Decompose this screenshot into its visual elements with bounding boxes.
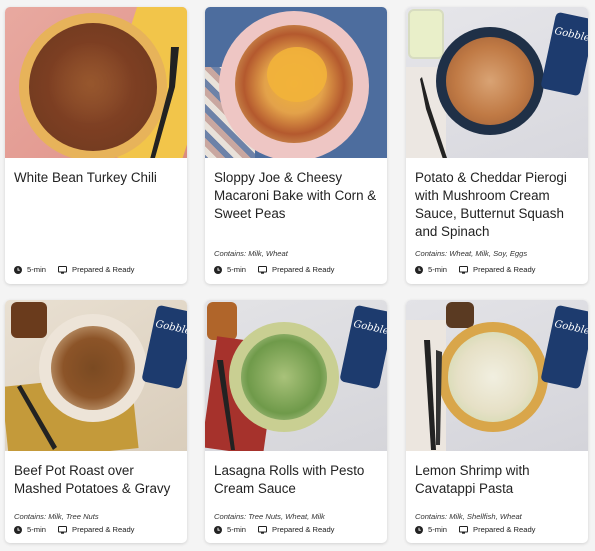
meal-card[interactable]: Gobble Lemon Shrimp with Cavatappi Pasta… <box>406 300 588 543</box>
meal-meta: 5-min Prepared & Ready <box>14 525 134 534</box>
allergen-info: Contains: Milk, Wheat <box>214 249 288 258</box>
meal-title[interactable]: Sloppy Joe & Cheesy Macaroni Bake with C… <box>214 169 379 223</box>
meal-card[interactable]: Gobble Lasagna Rolls with Pesto Cream Sa… <box>205 300 387 543</box>
time-label: 5-min <box>27 265 46 274</box>
meal-photo <box>205 7 387 158</box>
meal-meta: 5-min Prepared & Ready <box>214 265 334 274</box>
meal-photo: Gobble <box>406 300 588 451</box>
allergen-info: Contains: Wheat, Milk, Soy, Eggs <box>415 249 528 258</box>
screen-icon <box>258 265 267 274</box>
allergen-info: Contains: Milk, Tree Nuts <box>14 512 99 521</box>
prepared-label: Prepared & Ready <box>72 525 135 534</box>
meal-card[interactable]: Sloppy Joe & Cheesy Macaroni Bake with C… <box>205 7 387 284</box>
meal-title[interactable]: White Bean Turkey Chili <box>14 169 179 187</box>
allergen-info: Contains: Milk, Shellfish, Wheat <box>415 512 522 521</box>
gobble-box: Gobble <box>141 304 187 390</box>
time-label: 5-min <box>227 265 246 274</box>
time-label: 5-min <box>428 265 447 274</box>
prepared-label: Prepared & Ready <box>72 265 135 274</box>
meal-title[interactable]: Beef Pot Roast over Mashed Potatoes & Gr… <box>14 462 179 498</box>
meal-title[interactable]: Lasagna Rolls with Pesto Cream Sauce <box>214 462 379 498</box>
prepared-label: Prepared & Ready <box>473 265 536 274</box>
brand-logo: Gobble <box>553 25 588 45</box>
prepared-label: Prepared & Ready <box>272 525 335 534</box>
meal-title[interactable]: Potato & Cheddar Pierogi with Mushroom C… <box>415 169 580 241</box>
screen-icon <box>258 525 267 534</box>
time-label: 5-min <box>27 525 46 534</box>
screen-icon <box>58 525 67 534</box>
meal-meta: 5-min Prepared & Ready <box>214 525 334 534</box>
prepared-label: Prepared & Ready <box>473 525 536 534</box>
brand-logo: Gobble <box>154 318 187 338</box>
clock-icon <box>415 525 423 534</box>
clock-icon <box>14 525 22 534</box>
clock-icon <box>415 265 423 274</box>
brand-logo: Gobble <box>553 318 588 338</box>
time-label: 5-min <box>428 525 447 534</box>
time-label: 5-min <box>227 525 246 534</box>
meal-meta: 5-min Prepared & Ready <box>415 265 535 274</box>
meal-photo: Gobble <box>406 7 588 158</box>
allergen-info: Contains: Tree Nuts, Wheat, Milk <box>214 512 325 521</box>
gobble-box: Gobble <box>339 304 387 390</box>
meal-photo: Gobble <box>205 300 387 451</box>
gobble-box: Gobble <box>540 304 588 390</box>
meal-photo <box>5 7 187 158</box>
gobble-box: Gobble <box>540 11 588 97</box>
screen-icon <box>459 525 468 534</box>
meal-title[interactable]: Lemon Shrimp with Cavatappi Pasta <box>415 462 580 498</box>
meal-card[interactable]: Gobble Potato & Cheddar Pierogi with Mus… <box>406 7 588 284</box>
meal-meta: 5-min Prepared & Ready <box>415 525 535 534</box>
clock-icon <box>214 525 222 534</box>
meal-card[interactable]: Gobble Beef Pot Roast over Mashed Potato… <box>5 300 187 543</box>
meal-card[interactable]: White Bean Turkey Chili 5-min Prepared &… <box>5 7 187 284</box>
screen-icon <box>58 265 67 274</box>
meal-photo: Gobble <box>5 300 187 451</box>
brand-logo: Gobble <box>352 318 387 338</box>
clock-icon <box>14 265 22 274</box>
screen-icon <box>459 265 468 274</box>
prepared-label: Prepared & Ready <box>272 265 335 274</box>
clock-icon <box>214 265 222 274</box>
meal-meta: 5-min Prepared & Ready <box>14 265 134 274</box>
